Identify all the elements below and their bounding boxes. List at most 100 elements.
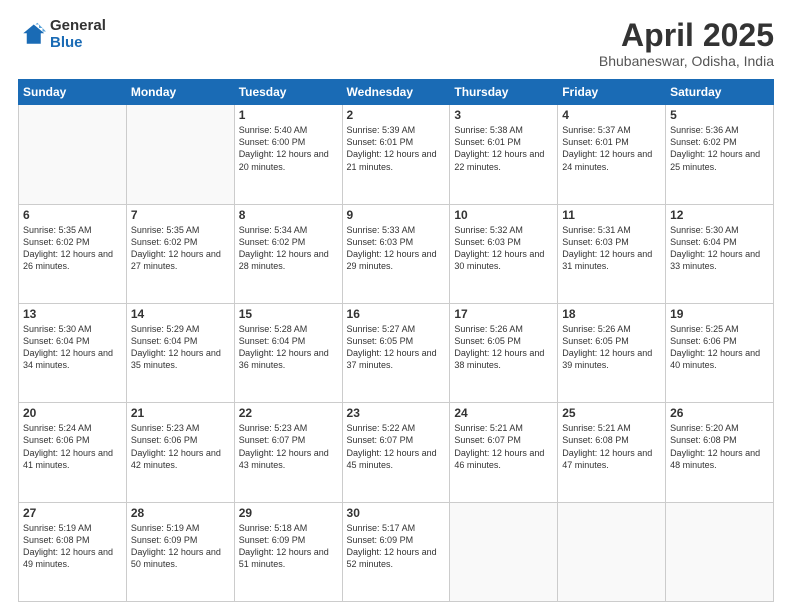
day-number: 12 xyxy=(670,208,769,222)
day-number: 8 xyxy=(239,208,338,222)
day-info: Sunrise: 5:26 AM Sunset: 6:05 PM Dayligh… xyxy=(454,323,553,372)
calendar-cell: 15 Sunrise: 5:28 AM Sunset: 6:04 PM Dayli… xyxy=(234,303,342,402)
calendar-cell: 5 Sunrise: 5:36 AM Sunset: 6:02 PM Daylig… xyxy=(666,105,774,204)
weekday-header: Sunday xyxy=(19,80,127,105)
day-info: Sunrise: 5:32 AM Sunset: 6:03 PM Dayligh… xyxy=(454,224,553,273)
day-number: 20 xyxy=(23,406,122,420)
day-number: 15 xyxy=(239,307,338,321)
calendar-cell xyxy=(450,502,558,601)
weekday-header: Wednesday xyxy=(342,80,450,105)
day-number: 24 xyxy=(454,406,553,420)
day-info: Sunrise: 5:36 AM Sunset: 6:02 PM Dayligh… xyxy=(670,124,769,173)
day-info: Sunrise: 5:33 AM Sunset: 6:03 PM Dayligh… xyxy=(347,224,446,273)
calendar-cell: 26 Sunrise: 5:20 AM Sunset: 6:08 PM Dayli… xyxy=(666,403,774,502)
logo-text: General Blue xyxy=(50,18,106,51)
calendar-cell: 7 Sunrise: 5:35 AM Sunset: 6:02 PM Daylig… xyxy=(126,204,234,303)
day-info: Sunrise: 5:31 AM Sunset: 6:03 PM Dayligh… xyxy=(562,224,661,273)
day-info: Sunrise: 5:26 AM Sunset: 6:05 PM Dayligh… xyxy=(562,323,661,372)
calendar-table: SundayMondayTuesdayWednesdayThursdayFrid… xyxy=(18,79,774,602)
day-info: Sunrise: 5:40 AM Sunset: 6:00 PM Dayligh… xyxy=(239,124,338,173)
day-number: 30 xyxy=(347,506,446,520)
main-title: April 2025 xyxy=(599,18,774,53)
day-info: Sunrise: 5:18 AM Sunset: 6:09 PM Dayligh… xyxy=(239,522,338,571)
calendar-cell: 17 Sunrise: 5:26 AM Sunset: 6:05 PM Dayli… xyxy=(450,303,558,402)
day-info: Sunrise: 5:25 AM Sunset: 6:06 PM Dayligh… xyxy=(670,323,769,372)
day-number: 28 xyxy=(131,506,230,520)
calendar-cell: 16 Sunrise: 5:27 AM Sunset: 6:05 PM Dayli… xyxy=(342,303,450,402)
day-number: 27 xyxy=(23,506,122,520)
calendar-cell: 11 Sunrise: 5:31 AM Sunset: 6:03 PM Dayli… xyxy=(558,204,666,303)
calendar-cell: 30 Sunrise: 5:17 AM Sunset: 6:09 PM Dayli… xyxy=(342,502,450,601)
calendar-cell xyxy=(558,502,666,601)
weekday-header: Thursday xyxy=(450,80,558,105)
day-number: 7 xyxy=(131,208,230,222)
logo-icon xyxy=(18,21,46,49)
calendar-cell: 22 Sunrise: 5:23 AM Sunset: 6:07 PM Dayli… xyxy=(234,403,342,502)
day-number: 25 xyxy=(562,406,661,420)
weekday-header: Friday xyxy=(558,80,666,105)
day-number: 4 xyxy=(562,108,661,122)
day-number: 6 xyxy=(23,208,122,222)
day-number: 17 xyxy=(454,307,553,321)
calendar-header-row: SundayMondayTuesdayWednesdayThursdayFrid… xyxy=(19,80,774,105)
day-number: 23 xyxy=(347,406,446,420)
calendar-cell xyxy=(19,105,127,204)
calendar-cell xyxy=(666,502,774,601)
header: General Blue April 2025 Bhubaneswar, Odi… xyxy=(18,18,774,69)
calendar-cell: 20 Sunrise: 5:24 AM Sunset: 6:06 PM Dayli… xyxy=(19,403,127,502)
calendar-cell: 13 Sunrise: 5:30 AM Sunset: 6:04 PM Dayli… xyxy=(19,303,127,402)
calendar-week-row: 1 Sunrise: 5:40 AM Sunset: 6:00 PM Daylig… xyxy=(19,105,774,204)
day-info: Sunrise: 5:17 AM Sunset: 6:09 PM Dayligh… xyxy=(347,522,446,571)
calendar-cell: 18 Sunrise: 5:26 AM Sunset: 6:05 PM Dayli… xyxy=(558,303,666,402)
weekday-header: Saturday xyxy=(666,80,774,105)
day-info: Sunrise: 5:37 AM Sunset: 6:01 PM Dayligh… xyxy=(562,124,661,173)
day-number: 18 xyxy=(562,307,661,321)
calendar-week-row: 6 Sunrise: 5:35 AM Sunset: 6:02 PM Daylig… xyxy=(19,204,774,303)
day-number: 19 xyxy=(670,307,769,321)
calendar-cell: 2 Sunrise: 5:39 AM Sunset: 6:01 PM Daylig… xyxy=(342,105,450,204)
weekday-header: Monday xyxy=(126,80,234,105)
day-info: Sunrise: 5:38 AM Sunset: 6:01 PM Dayligh… xyxy=(454,124,553,173)
day-number: 1 xyxy=(239,108,338,122)
logo: General Blue xyxy=(18,18,106,51)
subtitle: Bhubaneswar, Odisha, India xyxy=(599,53,774,69)
day-info: Sunrise: 5:28 AM Sunset: 6:04 PM Dayligh… xyxy=(239,323,338,372)
day-info: Sunrise: 5:39 AM Sunset: 6:01 PM Dayligh… xyxy=(347,124,446,173)
day-number: 26 xyxy=(670,406,769,420)
logo-blue: Blue xyxy=(50,35,106,52)
day-number: 11 xyxy=(562,208,661,222)
calendar-cell: 6Sunrise: 5:35 AM Sunset: 6:02 PM Daylig… xyxy=(19,204,127,303)
day-info: Sunrise: 5:35 AM Sunset: 6:02 PM Dayligh… xyxy=(131,224,230,273)
day-info: Sunrise: 5:27 AM Sunset: 6:05 PM Dayligh… xyxy=(347,323,446,372)
day-info: Sunrise: 5:30 AM Sunset: 6:04 PM Dayligh… xyxy=(23,323,122,372)
day-info: Sunrise: 5:30 AM Sunset: 6:04 PM Dayligh… xyxy=(670,224,769,273)
calendar-week-row: 20 Sunrise: 5:24 AM Sunset: 6:06 PM Dayli… xyxy=(19,403,774,502)
calendar-cell: 12 Sunrise: 5:30 AM Sunset: 6:04 PM Dayli… xyxy=(666,204,774,303)
day-info: Sunrise: 5:22 AM Sunset: 6:07 PM Dayligh… xyxy=(347,422,446,471)
day-number: 22 xyxy=(239,406,338,420)
title-area: April 2025 Bhubaneswar, Odisha, India xyxy=(599,18,774,69)
calendar-cell: 25Sunrise: 5:21 AM Sunset: 6:08 PM Dayli… xyxy=(558,403,666,502)
day-info: Sunrise: 5:23 AM Sunset: 6:07 PM Dayligh… xyxy=(239,422,338,471)
calendar-cell: 8 Sunrise: 5:34 AM Sunset: 6:02 PM Daylig… xyxy=(234,204,342,303)
day-number: 21 xyxy=(131,406,230,420)
day-info: Sunrise: 5:20 AM Sunset: 6:08 PM Dayligh… xyxy=(670,422,769,471)
calendar-cell: 14Sunrise: 5:29 AM Sunset: 6:04 PM Dayli… xyxy=(126,303,234,402)
day-number: 9 xyxy=(347,208,446,222)
calendar-cell: 4 Sunrise: 5:37 AM Sunset: 6:01 PM Daylig… xyxy=(558,105,666,204)
day-number: 16 xyxy=(347,307,446,321)
day-number: 13 xyxy=(23,307,122,321)
page: General Blue April 2025 Bhubaneswar, Odi… xyxy=(0,0,792,612)
calendar-cell: 1 Sunrise: 5:40 AM Sunset: 6:00 PM Daylig… xyxy=(234,105,342,204)
day-number: 14 xyxy=(131,307,230,321)
day-number: 5 xyxy=(670,108,769,122)
calendar-cell: 27Sunrise: 5:19 AM Sunset: 6:08 PM Dayli… xyxy=(19,502,127,601)
day-number: 2 xyxy=(347,108,446,122)
calendar-cell: 3Sunrise: 5:38 AM Sunset: 6:01 PM Daylig… xyxy=(450,105,558,204)
calendar-cell: 23 Sunrise: 5:22 AM Sunset: 6:07 PM Dayli… xyxy=(342,403,450,502)
day-info: Sunrise: 5:24 AM Sunset: 6:06 PM Dayligh… xyxy=(23,422,122,471)
calendar-cell xyxy=(126,105,234,204)
day-info: Sunrise: 5:34 AM Sunset: 6:02 PM Dayligh… xyxy=(239,224,338,273)
day-info: Sunrise: 5:23 AM Sunset: 6:06 PM Dayligh… xyxy=(131,422,230,471)
calendar-cell: 28Sunrise: 5:19 AM Sunset: 6:09 PM Dayli… xyxy=(126,502,234,601)
